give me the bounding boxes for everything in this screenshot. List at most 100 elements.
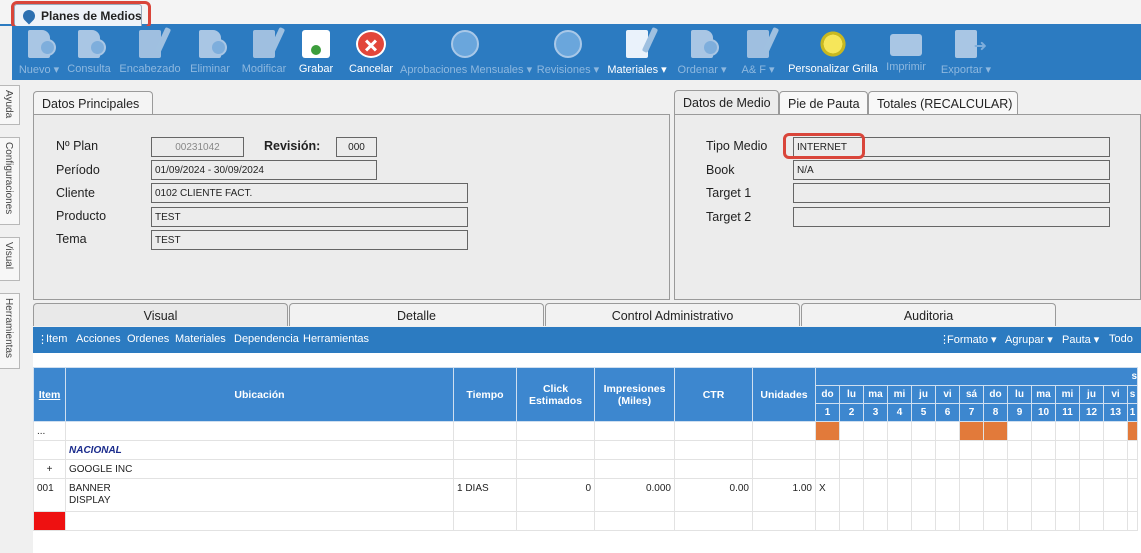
item-ctr[interactable]: 0.00 [674, 478, 753, 512]
day-number-header[interactable]: 8 [983, 403, 1008, 422]
new-row-indicator[interactable] [33, 511, 66, 531]
day-cell[interactable]: X [815, 478, 840, 512]
tab-pie-de-pauta[interactable]: Pie de Pauta [779, 91, 868, 115]
weekend-cell[interactable] [815, 421, 840, 441]
day-number-header[interactable]: 10 [1031, 403, 1056, 422]
day-number-header[interactable]: 6 [935, 403, 960, 422]
tab-label: Detalle [397, 309, 436, 323]
cliente-field[interactable]: 0102 CLIENTE FACT. [151, 183, 468, 203]
toolbar-aprobaciones-mensuales-button[interactable]: Aprobaciones Mensuales ▾ [400, 28, 533, 78]
menu-formato[interactable]: Formato ▾ [947, 333, 997, 346]
tab-label: Auditoria [903, 309, 954, 323]
expand-icon[interactable]: + [33, 459, 66, 479]
toolbar-imprimir-button[interactable]: Imprimir [884, 28, 928, 78]
col-ubicacion[interactable]: Ubicación [65, 367, 454, 422]
side-tab-visual[interactable]: Visual [0, 237, 20, 281]
toolbar-personalizar-grilla-button[interactable]: Personalizar Grilla [786, 28, 880, 78]
item-tiempo[interactable]: 1 DIAS [453, 478, 517, 512]
periodo-field[interactable]: 01/09/2024 - 30/09/2024 [151, 160, 377, 180]
menu-ordenes[interactable]: Ordenes [127, 333, 169, 345]
highlight-tipo-medio [783, 133, 865, 159]
menu-pauta[interactable]: Pauta ▾ [1062, 333, 1099, 346]
plan-number-field[interactable]: 00231042 [151, 137, 244, 157]
day-number-header[interactable]: 1 [815, 403, 840, 422]
toolbar-consulta-button[interactable]: Consulta [66, 28, 112, 78]
doc-question-icon [78, 30, 106, 58]
col-ctr[interactable]: CTR [674, 367, 753, 422]
table-row[interactable]: NACIONAL [33, 440, 1138, 460]
day-number-header[interactable]: 11 [1055, 403, 1080, 422]
toolbar-cancelar-button[interactable]: Cancelar [346, 28, 396, 78]
target1-field[interactable] [793, 183, 1110, 203]
weekend-cell[interactable] [1127, 421, 1138, 441]
toolbar-encabezado-button[interactable]: Encabezado [118, 28, 182, 78]
side-tab-configuraciones[interactable]: Configuraciones [0, 137, 20, 225]
table-row[interactable]: 001 BANNER DISPLAY 1 DIAS 0 0.000 0.00 1.… [33, 478, 1138, 512]
item-unidades[interactable]: 1.00 [752, 478, 816, 512]
cliente-label: Cliente [56, 186, 95, 200]
target2-field[interactable] [793, 207, 1110, 227]
day-number-header[interactable]: 9 [1007, 403, 1032, 422]
col-tiempo[interactable]: Tiempo [453, 367, 517, 422]
col-click[interactable]: Click Estimados [516, 367, 595, 422]
side-tab-ayuda[interactable]: Ayuda [0, 85, 20, 125]
tab-auditoria[interactable]: Auditoria [801, 303, 1056, 326]
revision-field[interactable]: 000 [336, 137, 377, 157]
weekend-cell[interactable] [959, 421, 984, 441]
item-click[interactable]: 0 [516, 478, 595, 512]
menu-item[interactable]: Item [46, 333, 67, 345]
tab-control-administrativo[interactable]: Control Administrativo [545, 303, 800, 326]
item-line1: BANNER [69, 483, 111, 494]
menu-acciones[interactable]: Acciones [76, 333, 121, 345]
side-tab-herramientas[interactable]: Herramientas [0, 293, 20, 369]
toolbar-grabar-button[interactable]: Grabar [296, 28, 336, 78]
month-header: s [815, 367, 1138, 386]
toolbar-ordenar-button[interactable]: Ordenar ▾ [676, 28, 728, 78]
table-row[interactable]: + GOOGLE INC [33, 459, 1138, 479]
table-row[interactable] [33, 511, 1138, 531]
col-impresiones[interactable]: Impresiones (Miles) [594, 367, 675, 422]
tab-visual[interactable]: Visual [33, 303, 288, 326]
day-name-header: s [1127, 385, 1138, 404]
toolbar-nuevo-button[interactable]: Nuevo ▾ [18, 28, 60, 78]
table-row[interactable]: ... [33, 421, 1138, 441]
save-icon [302, 30, 330, 58]
day-number-header[interactable]: 1 [1127, 403, 1138, 422]
day-name-header: sá [959, 385, 984, 404]
day-number-header[interactable]: 7 [959, 403, 984, 422]
toolbar-label: Aprobaciones Mensuales ▾ [400, 64, 533, 76]
toolbar-revisiones-button[interactable]: Revisiones ▾ [536, 28, 600, 78]
tema-field[interactable]: TEST [151, 230, 468, 250]
tab-datos-de-medio[interactable]: Datos de Medio [674, 90, 779, 114]
col-item[interactable]: Item [33, 367, 66, 422]
menu-agrupar[interactable]: Agrupar ▾ [1005, 333, 1053, 346]
toolbar-label: Eliminar [190, 63, 230, 75]
toolbar-exportar-button[interactable]: Exportar ▾ [936, 28, 996, 78]
book-field[interactable]: N/A [793, 160, 1110, 180]
toolbar-a-f-button[interactable]: A& F ▾ [740, 28, 776, 78]
menu-materiales[interactable]: Materiales [175, 333, 226, 345]
tab-totales[interactable]: Totales (RECALCULAR) [868, 91, 1018, 115]
toolbar-modificar-button[interactable]: Modificar [238, 28, 290, 78]
col-unidades[interactable]: Unidades [752, 367, 816, 422]
weekend-cell[interactable] [983, 421, 1008, 441]
producto-field[interactable]: TEST [151, 207, 468, 227]
day-number-header[interactable]: 3 [863, 403, 888, 422]
tab-detalle[interactable]: Detalle [289, 303, 544, 326]
day-number-header[interactable]: 4 [887, 403, 912, 422]
tab-datos-principales[interactable]: Datos Principales [33, 91, 153, 115]
day-number-header[interactable]: 5 [911, 403, 936, 422]
menu-herramientas[interactable]: Herramientas [303, 333, 369, 345]
toolbar-materiales-button[interactable]: Materiales ▾ [604, 28, 670, 78]
item-impresiones[interactable]: 0.000 [594, 478, 675, 512]
toolbar-eliminar-button[interactable]: Eliminar [188, 28, 232, 78]
toolbar-label: A& F ▾ [741, 64, 775, 76]
toolbar-label: Exportar ▾ [940, 64, 992, 76]
day-number-header[interactable]: 13 [1103, 403, 1128, 422]
menu-dependencia[interactable]: Dependencia [234, 333, 299, 345]
nacional-label: NACIONAL [65, 440, 454, 460]
day-name-header: ju [1079, 385, 1104, 404]
menu-todo[interactable]: Todo [1109, 333, 1133, 345]
day-number-header[interactable]: 2 [839, 403, 864, 422]
day-number-header[interactable]: 12 [1079, 403, 1104, 422]
